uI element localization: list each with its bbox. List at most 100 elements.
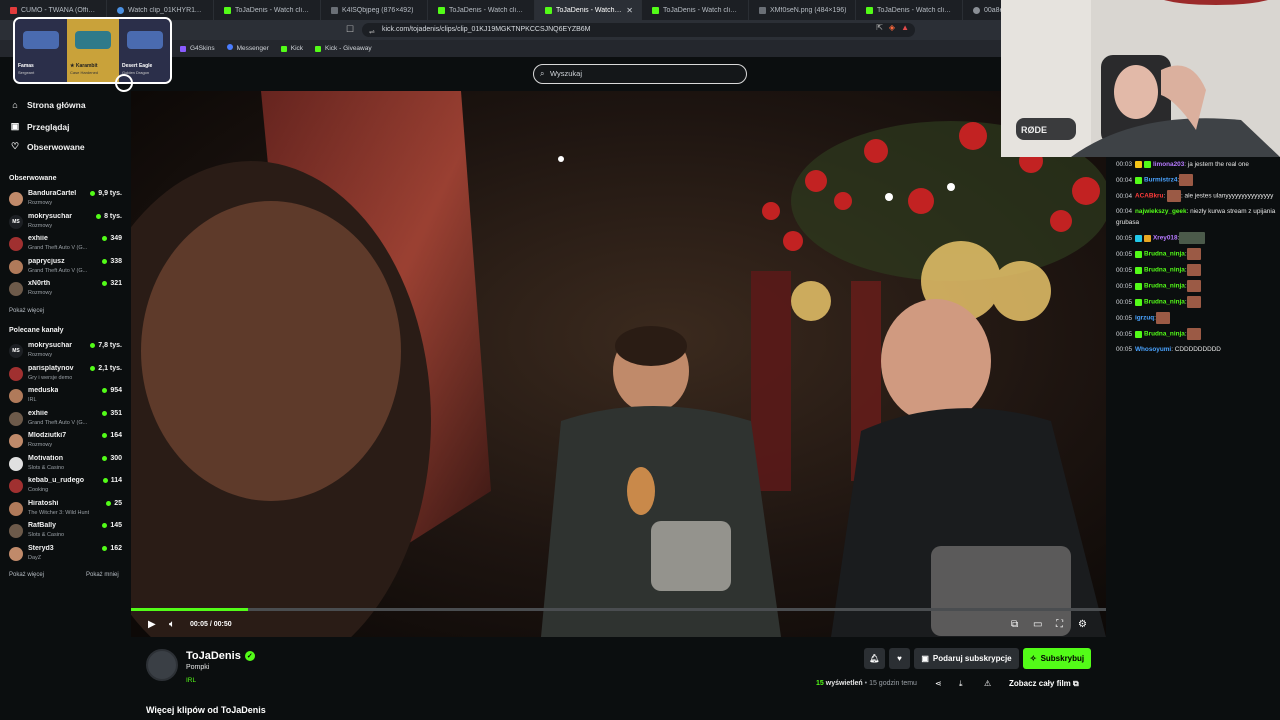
fullscreen-icon[interactable]: ⛶ (1056, 619, 1063, 630)
subscribe-button[interactable]: ✧ Subskrybuj (1023, 648, 1091, 669)
nav-label: Strona główna (27, 100, 86, 110)
browser-tab[interactable]: XMf0seN.png (484×196) (749, 0, 856, 20)
sidebar-channel[interactable]: parisplatynov Gry i wersje demo 2,1 tys. (9, 365, 124, 387)
bookmark-icon[interactable]: ☐ (346, 24, 354, 35)
site-info-icon[interactable]: ⇌ (369, 26, 375, 40)
video-player[interactable] (131, 91, 1106, 637)
nav-item-browse[interactable]: ▣ Przeglądaj (10, 121, 70, 132)
sidebar-channel[interactable]: Hiratoshi The Witcher 3: Wild Hunt 25 (9, 500, 124, 522)
watch-full-video-link[interactable]: Zobacz cały film ⧉ (1009, 679, 1079, 689)
browser-tab[interactable]: ToJaDenis - Watch clips o ✕ (535, 0, 642, 20)
channel-avatar[interactable] (146, 649, 178, 681)
sidebar: ⌂ Strona główna ▣ Przeglądaj ♡ Obserwowane Obs… (0, 57, 131, 720)
tab-favicon-icon (652, 6, 659, 14)
sidebar-channel[interactable]: MS mokrysuchar Rozmowy 7,8 tys. (9, 342, 124, 364)
settings-icon[interactable]: ⚙︎ (1078, 619, 1087, 630)
chat-message: 00:05 Brudna_ninja: (1116, 280, 1280, 292)
browser-tab[interactable]: 00a8ef2 (963, 0, 1001, 20)
sidebar-channel[interactable]: MS mokrysuchar Rozmowy 8 tys. (9, 213, 124, 235)
skin-image (23, 31, 59, 49)
viewer-count: 7,8 tys. (90, 342, 122, 349)
volume-icon[interactable]: 🔈︎ (169, 619, 175, 630)
watch-full-video-label: Zobacz cały film (1009, 679, 1071, 688)
share-icon[interactable]: ⇱ (876, 23, 883, 32)
share-icon[interactable]: ⋖ (935, 679, 942, 688)
sidebar-channel[interactable]: xN0rth Rozmowy 321 (9, 280, 124, 302)
nav-label: Przeglądaj (27, 121, 70, 132)
sidebar-channel[interactable]: exhiie Grand Theft Auto V (G... 349 (9, 235, 124, 257)
sidebar-channel[interactable]: Motivation Slots & Casino 300 (9, 455, 124, 477)
search-input[interactable]: ⌕ Wyszukaj (533, 64, 747, 84)
bookmark-item[interactable]: Kick - Giveaway (315, 45, 372, 52)
clip-category[interactable]: IRL (186, 677, 196, 684)
nav-item-home[interactable]: ⌂ Strona główna (10, 100, 86, 110)
theater-mode-icon[interactable]: ▭ (1033, 619, 1042, 630)
chat-username[interactable]: Brudna_ninja (1144, 267, 1185, 274)
bookmark-item[interactable]: Kick (280, 45, 303, 52)
follow-button[interactable]: ♥ (889, 648, 910, 669)
chat-username[interactable]: Brudna_ninja (1144, 331, 1185, 338)
chat-timestamp: 00:05 (1116, 346, 1132, 353)
show-more-link[interactable]: Pokaż więcej (9, 572, 44, 578)
pip-icon[interactable]: ⧉ (1011, 619, 1018, 630)
chat-username[interactable]: ACABkru (1135, 193, 1163, 200)
chat-text: : ale jestes ulanyyyyyyyyyyyyyyy (1180, 192, 1274, 200)
sidebar-channel[interactable]: meduska IRL 954 (9, 387, 124, 409)
browser-tab[interactable]: ToJaDenis - Watch clips on Ki (642, 0, 749, 20)
notifications-button[interactable]: 🔔︎ (864, 648, 885, 669)
gift-sub-button[interactable]: ▣ Podaruj subskrypcje (914, 648, 1019, 669)
channel-name: meduska (28, 387, 59, 394)
sidebar-channel[interactable]: exhiie Grand Theft Auto V (G... 351 (9, 410, 124, 432)
browser-tab[interactable]: K4lSQbjpeg (876×492) (321, 0, 428, 20)
play-icon[interactable]: ▶ (148, 619, 156, 630)
chat-text: : ja jestem the real one (1184, 161, 1249, 168)
chat-username[interactable]: Burmistrz4 (1144, 177, 1177, 184)
download-icon[interactable]: ⤓ (959, 679, 963, 689)
viewer-count: 8 tys. (96, 213, 122, 220)
tab-close-icon[interactable]: ✕ (626, 6, 633, 15)
bookmark-item[interactable]: G4Skins (180, 45, 215, 52)
chat-username[interactable]: limona203 (1153, 161, 1184, 168)
browser-tab[interactable]: ToJaDenis - Watch clips on Ki (856, 0, 963, 20)
nav-item-heart[interactable]: ♡ Obserwowane (10, 141, 85, 152)
chat-username[interactable]: Brudna_ninja (1144, 251, 1185, 258)
sidebar-channel[interactable]: Mlodziutki7 Rozmowy 164 (9, 432, 124, 454)
video-progress-bar[interactable] (131, 608, 1106, 611)
chat-username[interactable]: najwiekszy_geek (1135, 208, 1187, 215)
skin-variant: Sergeant (18, 70, 35, 75)
clip-title: Pompki (186, 664, 210, 671)
sidebar-channel[interactable]: RafBally Slots & Casino 145 (9, 522, 124, 544)
sidebar-channel[interactable]: kebab_u_rudego Cooking 114 (9, 477, 124, 499)
channel-category: Rozmowy (28, 352, 53, 358)
green-badge-icon (1135, 330, 1142, 338)
bookmark-item[interactable]: Messenger (226, 43, 269, 54)
chat-panel: 00:03 limona203: ja jestem the real one 00… (1106, 157, 1280, 720)
sidebar-channel[interactable]: Steryd3 DayZ 162 (9, 545, 124, 567)
address-actions: ⇱ ◈ ▲ (876, 23, 909, 32)
browser-tab[interactable]: ToJaDenis - Watch clips on Ki (428, 0, 535, 20)
report-icon[interactable]: ⚠︎ (984, 679, 991, 688)
emote-icon (1186, 264, 1201, 276)
brave-shield-icon[interactable]: ◈ (889, 23, 895, 32)
tab-title: K4lSQbjpeg (876×492) (342, 6, 414, 14)
chat-username[interactable]: Brudna_ninja (1144, 283, 1185, 290)
show-more-followed-link[interactable]: Pokaż więcej (9, 308, 44, 314)
show-less-link[interactable]: Pokaż mniej (86, 572, 119, 578)
url-field[interactable]: ⇌ kick.com/tojadenis/clips/clip_01KJ19MG… (362, 23, 915, 37)
chat-username[interactable]: igrzuq (1135, 315, 1154, 322)
channel-avatar (9, 282, 23, 296)
sidebar-channel[interactable]: BanduraCartel Rozmowy 9,9 tys. (9, 190, 124, 212)
sidebar-channel[interactable]: paprycjusz Grand Theft Auto V (G... 338 (9, 258, 124, 280)
channel-avatar (9, 501, 23, 516)
brave-rewards-icon[interactable]: ▲ (901, 23, 909, 32)
viewer-count: 9,9 tys. (90, 190, 122, 197)
chat-timestamp: 00:05 (1116, 314, 1132, 322)
channel-name[interactable]: ToJaDenis ✓ (186, 650, 255, 662)
channel-name: exhiie (28, 235, 48, 242)
tab-favicon-icon (10, 6, 17, 14)
chat-username[interactable]: Whosoyumi (1135, 346, 1171, 353)
browser-tab[interactable]: ToJaDenis - Watch clips on Ki (214, 0, 321, 20)
chat-username[interactable]: Brudna_ninja (1144, 299, 1185, 306)
channel-category: Grand Theft Auto V (G... (28, 419, 88, 426)
chat-username[interactable]: Xrey018 (1153, 235, 1178, 242)
